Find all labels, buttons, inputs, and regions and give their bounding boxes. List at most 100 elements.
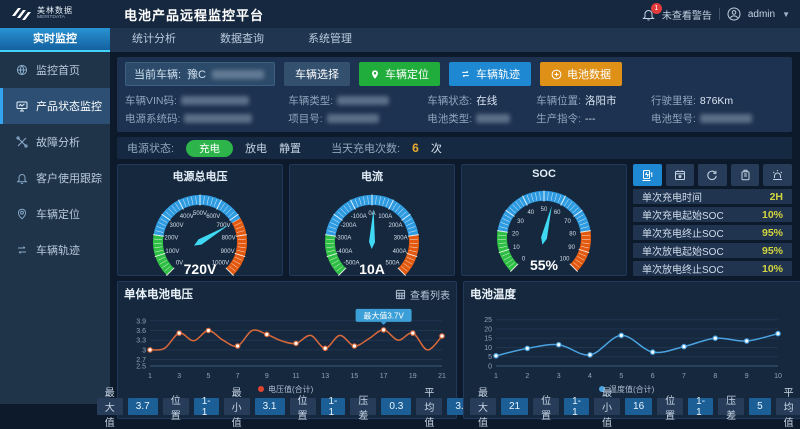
stat-chip-value: 21: [501, 398, 528, 415]
svg-text:7: 7: [236, 373, 240, 380]
sidebar-item-label: 客户使用跟踪: [36, 170, 102, 186]
stat-chip-label: 位置: [290, 398, 316, 415]
info-power-system-code: 电源系统码:: [125, 111, 288, 126]
svg-text:400A: 400A: [393, 249, 407, 255]
gauge-title: 电流: [290, 168, 454, 184]
app-header: 美林数据 MERITDATA 电池产品远程监控平台 1 未查看警告 admin …: [0, 0, 800, 28]
svg-text:500V: 500V: [193, 211, 207, 217]
stat-chip-label: 平均值: [776, 398, 800, 415]
svg-text:100: 100: [559, 257, 570, 263]
svg-text:900V: 900V: [221, 249, 235, 255]
info-vehicle-status: 车辆状态:在线: [427, 93, 536, 108]
voltage-stats-bar: 最大值3.7 位置1-1 最小值3.1 位置1-1 压差0.3 平均值3.5: [124, 398, 450, 415]
sidebar-item-label: 故障分析: [36, 134, 80, 150]
cycle-icon-button[interactable]: [698, 164, 727, 186]
svg-text:-200A: -200A: [340, 223, 356, 229]
plate-prefix: 豫C: [187, 66, 206, 82]
stats-icon-row: [633, 164, 792, 186]
masked-value: [181, 96, 249, 105]
svg-text:17: 17: [380, 373, 388, 380]
vehicle-track-button[interactable]: 车辆轨迹: [449, 62, 531, 86]
vehicle-select-button[interactable]: 车辆选择: [284, 62, 350, 86]
stat-chip-label: 位置: [533, 398, 559, 415]
page-title: 电池产品远程监控平台: [124, 5, 264, 24]
stat-row-discharge-end-soc: 单次放电终止SOC 10%: [633, 261, 792, 276]
battery-data-button[interactable]: 电池数据: [540, 62, 622, 86]
svg-text:100A: 100A: [378, 214, 392, 220]
vehicle-locate-button[interactable]: 车辆定位: [359, 62, 440, 86]
brand-logo: 美林数据 MERITDATA: [10, 6, 110, 22]
sidebar-item-product-status[interactable]: 产品状态监控: [0, 88, 110, 124]
current-vehicle-field[interactable]: 当前车辆: 豫C: [125, 62, 275, 86]
svg-text:720V: 720V: [184, 261, 217, 277]
svg-text:60: 60: [554, 210, 561, 216]
svg-text:200V: 200V: [164, 236, 178, 242]
sidebar-item-fault-analysis[interactable]: 故障分析: [0, 124, 110, 160]
sidebar-item-monitor-home[interactable]: 监控首页: [0, 52, 110, 88]
sidebar-item-vehicle-track[interactable]: 车辆轨迹: [0, 232, 110, 268]
view-list-label: 查看列表: [410, 287, 450, 302]
svg-text:300V: 300V: [169, 223, 183, 229]
stat-chip-label: 位置: [163, 398, 189, 415]
stat-chip-value: 3.1: [255, 398, 285, 415]
status-idle[interactable]: 静置: [279, 140, 301, 156]
stat-chip-value: 1-1: [564, 398, 589, 415]
status-charge-pill[interactable]: 充电: [186, 140, 233, 157]
main-content: 当前车辆: 豫C 车辆选择 车辆定位 车辆轨迹: [110, 52, 800, 404]
stat-chip-label: 压差: [718, 398, 744, 415]
svg-text:19: 19: [409, 373, 417, 380]
stat-chip-label: 位置: [657, 398, 683, 415]
svg-text:20: 20: [484, 327, 492, 334]
chevron-down-icon[interactable]: ▼: [782, 10, 790, 19]
svg-text:0: 0: [522, 257, 526, 263]
svg-text:2: 2: [525, 373, 529, 380]
cell-voltage-card: 单体电池电压 查看列表 2.52.733.33.63.9135791113151…: [117, 281, 457, 419]
notification-bell-icon[interactable]: 1: [642, 8, 655, 21]
svg-text:100V: 100V: [165, 249, 179, 255]
cell-voltage-chart: 2.52.733.33.63.913579111315171921最大值3.7V…: [124, 302, 450, 397]
svg-text:9: 9: [745, 373, 749, 380]
info-project-no: 项目号:: [288, 111, 427, 126]
tab-data-query[interactable]: 数据查询: [198, 28, 286, 52]
stat-chip-value: 3.7: [128, 398, 158, 415]
avatar-icon: [727, 7, 741, 21]
charge-pile-icon-button[interactable]: [633, 164, 662, 186]
svg-text:4: 4: [588, 373, 592, 380]
view-list-button[interactable]: 查看列表: [395, 287, 450, 302]
stat-row-discharge-start-soc: 单次放电起始SOC 95%: [633, 243, 792, 258]
tab-system-manage[interactable]: 系统管理: [286, 28, 374, 52]
calendar-icon-button[interactable]: [666, 164, 695, 186]
username[interactable]: admin: [748, 9, 775, 20]
masked-value: [337, 96, 389, 105]
svg-text:3.9: 3.9: [136, 318, 146, 325]
alarm-icon-button[interactable]: [763, 164, 792, 186]
power-status-bar: 电源状态: 充电 放电 静置 当天充电次数: 6 次: [117, 137, 792, 159]
svg-text:0A: 0A: [368, 211, 375, 217]
tab-realtime-monitor[interactable]: 实时监控: [0, 28, 110, 52]
sidebar-item-customer-usage[interactable]: 客户使用跟踪: [0, 160, 110, 196]
map-pin-icon: [370, 69, 380, 80]
sidebar-item-vehicle-locate[interactable]: 车辆定位: [0, 196, 110, 232]
status-discharge[interactable]: 放电: [245, 140, 267, 156]
svg-text:70: 70: [564, 219, 571, 225]
svg-text:0V: 0V: [176, 261, 183, 267]
tab-statistics[interactable]: 统计分析: [110, 28, 198, 52]
masked-value: [476, 114, 510, 123]
svg-text:6: 6: [651, 373, 655, 380]
vehicle-toolbar: 当前车辆: 豫C 车辆选择 车辆定位 车辆轨迹: [125, 62, 784, 86]
alert-label[interactable]: 未查看警告: [662, 7, 712, 22]
battery-pack-icon-button[interactable]: [731, 164, 760, 186]
gauge-card-soc: SOC 010203040506070809010055%: [461, 164, 627, 276]
sidebar-item-label: 监控首页: [36, 62, 80, 78]
svg-text:-500A: -500A: [343, 261, 359, 267]
svg-text:15: 15: [484, 336, 492, 343]
sidebar: 监控首页 产品状态监控 故障分析 客户使用跟踪 车辆定位 车辆轨迹: [0, 52, 110, 404]
svg-text:600V: 600V: [206, 214, 220, 220]
temp-stats-bar: 最大值21 位置1-1 最小值16 位置1-1 压差5 平均值3.5: [470, 398, 800, 415]
gauge-card-voltage: 电源总电压 0V100V200V300V400V500V600V700V800V…: [117, 164, 283, 276]
svg-text:2.7: 2.7: [136, 357, 146, 364]
stat-chip-label: 平均值: [416, 398, 442, 415]
vehicle-track-label: 车辆轨迹: [476, 66, 520, 82]
svg-text:800V: 800V: [222, 236, 236, 242]
svg-text:13: 13: [321, 373, 329, 380]
